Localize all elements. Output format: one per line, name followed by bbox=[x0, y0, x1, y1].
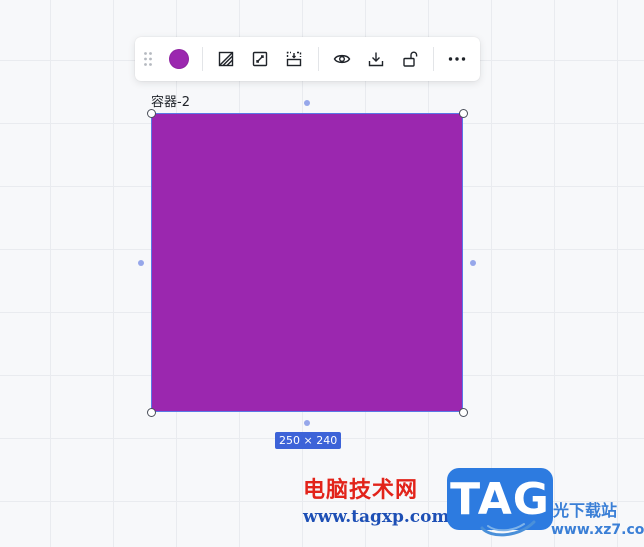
preview-button[interactable] bbox=[328, 45, 354, 73]
toolbar-divider bbox=[317, 47, 319, 71]
arrange-button[interactable] bbox=[281, 45, 307, 73]
watermark-cn-text: 电脑技术网 bbox=[303, 478, 419, 503]
size-badge: 250 × 240 bbox=[275, 432, 342, 449]
resize-handle-bottom-right[interactable] bbox=[458, 407, 468, 417]
fill-color-button[interactable] bbox=[166, 45, 192, 73]
more-button[interactable] bbox=[444, 45, 470, 73]
toolbar-divider bbox=[202, 47, 204, 71]
watermark-swirl-icon bbox=[480, 520, 536, 537]
connect-point-right[interactable] bbox=[470, 260, 476, 266]
fill-color-swatch bbox=[169, 49, 190, 69]
eye-icon bbox=[333, 54, 350, 64]
unlock-button[interactable] bbox=[397, 45, 423, 73]
layout-icon bbox=[287, 51, 302, 67]
container-shape[interactable] bbox=[151, 113, 463, 412]
more-dots-icon bbox=[448, 57, 466, 61]
watermark-site-cn: 光下载站 bbox=[553, 501, 618, 520]
container-label[interactable]: 容器-2 bbox=[151, 91, 190, 110]
element-toolbar bbox=[135, 37, 480, 81]
connect-point-bottom[interactable] bbox=[304, 420, 310, 426]
fit-size-button[interactable] bbox=[247, 45, 273, 73]
expand-icon bbox=[253, 51, 268, 67]
watermark-site-url: www.xz7.com bbox=[551, 522, 644, 538]
download-button[interactable] bbox=[363, 45, 389, 73]
unlock-icon bbox=[403, 51, 418, 67]
resize-handle-top-left[interactable] bbox=[146, 108, 156, 118]
download-icon bbox=[368, 52, 383, 67]
drag-handle-icon[interactable] bbox=[141, 45, 156, 73]
resize-handle-top-right[interactable] bbox=[458, 108, 468, 118]
connect-point-left[interactable] bbox=[138, 260, 144, 266]
watermark-url: www.tagxp.com bbox=[303, 507, 450, 527]
resize-handle-bottom-left[interactable] bbox=[146, 407, 156, 417]
border-slash-icon bbox=[218, 51, 234, 67]
toolbar-divider bbox=[432, 47, 434, 71]
connect-point-top[interactable] bbox=[304, 100, 310, 106]
hide-border-button[interactable] bbox=[213, 45, 239, 73]
